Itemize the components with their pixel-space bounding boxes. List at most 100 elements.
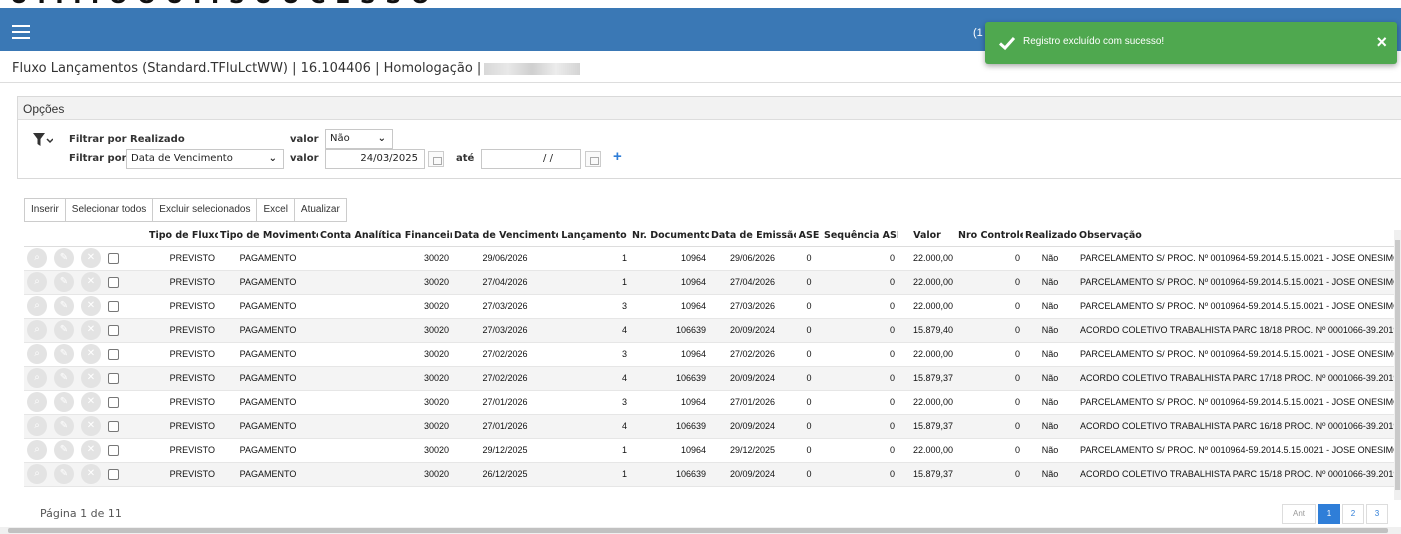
delete-icon[interactable]: ✕ [81, 464, 101, 484]
options-heading[interactable]: Opções [18, 97, 1401, 120]
table-row[interactable]: ⌕ ✎ ✕ PREVISTO PAGAMENTO 30020 29/12/2025 1 1096… [24, 438, 1401, 463]
row-checkbox[interactable] [108, 300, 119, 312]
column-header[interactable]: Nr. Documento [630, 226, 709, 247]
view-icon[interactable]: ⌕ [27, 344, 47, 364]
column-header[interactable]: Realizado [1023, 226, 1077, 247]
column-header[interactable]: ASE [796, 226, 822, 247]
row-checkbox[interactable] [108, 252, 119, 264]
excel-button[interactable]: Excel [257, 198, 295, 222]
column-header[interactable]: Valor [898, 226, 956, 247]
view-icon[interactable]: ⌕ [27, 296, 47, 316]
table-row[interactable]: ⌕ ✎ ✕ PREVISTO PAGAMENTO 30020 27/03/2026 4 1066… [24, 318, 1401, 343]
column-header[interactable]: Observação [1077, 226, 1401, 247]
table-cell: 20/09/2024 [709, 414, 796, 439]
edit-icon[interactable]: ✎ [54, 464, 74, 484]
view-icon[interactable]: ⌕ [27, 368, 47, 388]
hamburger-menu-icon[interactable] [12, 25, 30, 39]
table-cell: Não [1023, 246, 1077, 271]
view-icon[interactable]: ⌕ [27, 272, 47, 292]
delete-icon[interactable]: ✕ [81, 368, 101, 388]
row-actions: ⌕ ✎ ✕ [24, 246, 147, 271]
toast-close-icon[interactable]: × [1376, 31, 1387, 53]
add-filter-icon[interactable]: + [613, 148, 622, 165]
delete-icon[interactable]: ✕ [81, 344, 101, 364]
column-header[interactable]: Data de Vencimento [452, 226, 558, 247]
prev-page-button[interactable]: Ant [1282, 504, 1316, 524]
edit-icon[interactable]: ✎ [54, 392, 74, 412]
table-cell: PREVISTO [147, 246, 218, 271]
table-cell: PAGAMENTO [218, 390, 318, 415]
table-cell: 0 [956, 318, 1023, 343]
edit-icon[interactable]: ✎ [54, 248, 74, 268]
column-header[interactable]: Conta Analítica Financeira [318, 226, 452, 247]
row-checkbox[interactable] [108, 324, 119, 336]
horizontal-scroll-thumb[interactable] [8, 528, 1388, 533]
edit-icon[interactable]: ✎ [54, 440, 74, 460]
table-row[interactable]: ⌕ ✎ ✕ PREVISTO PAGAMENTO 30020 29/06/2026 1 1096… [24, 246, 1401, 271]
table-row[interactable]: ⌕ ✎ ✕ PREVISTO PAGAMENTO 30020 27/01/2026 4 1066… [24, 414, 1401, 439]
vertical-scroll-thumb[interactable] [1395, 240, 1400, 490]
delete-icon[interactable]: ✕ [81, 248, 101, 268]
table-cell: 106639 [630, 462, 709, 487]
page-1-button[interactable]: 1 [1318, 504, 1340, 524]
refresh-button[interactable]: Atualizar [294, 198, 347, 222]
horizontal-scrollbar[interactable] [0, 527, 1401, 534]
column-header[interactable]: Tipo de Movimento [218, 226, 318, 247]
delete-icon[interactable]: ✕ [81, 320, 101, 340]
view-icon[interactable]: ⌕ [27, 440, 47, 460]
view-icon[interactable]: ⌕ [27, 392, 47, 412]
table-row[interactable]: ⌕ ✎ ✕ PREVISTO PAGAMENTO 30020 27/02/2026 4 1066… [24, 366, 1401, 391]
view-icon[interactable]: ⌕ [27, 248, 47, 268]
calendar-icon[interactable] [585, 151, 601, 167]
insert-button[interactable]: Inserir [24, 198, 66, 222]
delete-icon[interactable]: ✕ [81, 440, 101, 460]
delete-icon[interactable]: ✕ [81, 416, 101, 436]
filter-icon[interactable] [33, 133, 53, 147]
edit-icon[interactable]: ✎ [54, 416, 74, 436]
column-header[interactable]: Sequência ASE [822, 226, 898, 247]
column-header[interactable]: Lançamento [558, 226, 630, 247]
select-all-button[interactable]: Selecionar todos [65, 198, 154, 222]
column-header[interactable]: Tipo de Fluxo [147, 226, 218, 247]
view-icon[interactable]: ⌕ [27, 416, 47, 436]
valor-label-2: valor [290, 153, 319, 164]
row-checkbox[interactable] [108, 276, 119, 288]
grid-header: Tipo de Fluxo Tipo de Movimento Conta Anal… [24, 226, 1401, 247]
table-row[interactable]: ⌕ ✎ ✕ PREVISTO PAGAMENTO 30020 26/12/2025 1 1066… [24, 462, 1401, 487]
date-to-input[interactable]: / / [481, 149, 581, 169]
edit-icon[interactable]: ✎ [54, 272, 74, 292]
edit-icon[interactable]: ✎ [54, 368, 74, 388]
table-cell: Não [1023, 366, 1077, 391]
check-icon [999, 36, 1015, 51]
page-3-button[interactable]: 3 [1366, 504, 1388, 524]
edit-icon[interactable]: ✎ [54, 296, 74, 316]
date-from-input[interactable]: 24/03/2025 [325, 149, 425, 169]
table-row[interactable]: ⌕ ✎ ✕ PREVISTO PAGAMENTO 30020 27/04/2026 1 1096… [24, 270, 1401, 295]
calendar-icon[interactable] [428, 151, 444, 167]
table-row[interactable]: ⌕ ✎ ✕ PREVISTO PAGAMENTO 30020 27/03/2026 3 1096… [24, 294, 1401, 319]
view-icon[interactable]: ⌕ [27, 320, 47, 340]
row-checkbox[interactable] [108, 396, 119, 408]
delete-selected-button[interactable]: Excluir selecionados [153, 198, 258, 222]
table-cell: ACORDO COLETIVO TRABALHISTA PARC 18/18 P… [1077, 318, 1401, 343]
toast-message: Registro excluído com sucesso! [1023, 36, 1165, 47]
column-header[interactable]: Nro Controle [956, 226, 1023, 247]
view-icon[interactable]: ⌕ [27, 464, 47, 484]
page-2-button[interactable]: 2 [1342, 504, 1364, 524]
edit-icon[interactable]: ✎ [54, 320, 74, 340]
realizado-select[interactable]: Não ⌄ [325, 129, 393, 149]
table-row[interactable]: ⌕ ✎ ✕ PREVISTO PAGAMENTO 30020 27/02/2026 3 1096… [24, 342, 1401, 367]
column-header[interactable]: Data de Emissão [709, 226, 796, 247]
row-checkbox[interactable] [108, 348, 119, 360]
delete-icon[interactable]: ✕ [81, 296, 101, 316]
row-checkbox[interactable] [108, 468, 119, 480]
edit-icon[interactable]: ✎ [54, 344, 74, 364]
row-checkbox[interactable] [108, 420, 119, 432]
filter-field-select[interactable]: Data de Vencimento ⌄ [126, 149, 284, 169]
delete-icon[interactable]: ✕ [81, 392, 101, 412]
row-checkbox[interactable] [108, 444, 119, 456]
table-row[interactable]: ⌕ ✎ ✕ PREVISTO PAGAMENTO 30020 27/01/2026 3 1096… [24, 390, 1401, 415]
vertical-scrollbar[interactable] [1394, 230, 1401, 500]
row-checkbox[interactable] [108, 372, 119, 384]
delete-icon[interactable]: ✕ [81, 272, 101, 292]
